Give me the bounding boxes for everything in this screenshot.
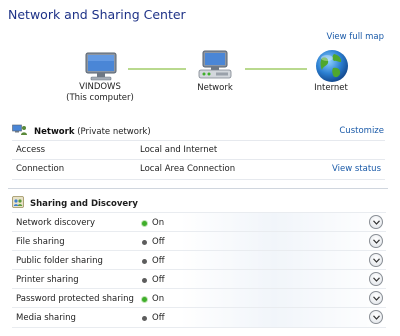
sharing-row-printer-sharing: Printer sharing Off bbox=[12, 269, 386, 289]
computer-subtitle: (This computer) bbox=[66, 93, 134, 103]
sharing-row-label: Public folder sharing bbox=[16, 256, 103, 266]
sharing-row-state: On bbox=[142, 218, 164, 228]
sharing-row-label: Media sharing bbox=[16, 313, 76, 323]
expand-chevron-icon[interactable] bbox=[369, 291, 383, 305]
info-value: Local Area Connection bbox=[140, 164, 236, 174]
sharing-row-label: Password protected sharing bbox=[16, 294, 134, 304]
globe-icon[interactable] bbox=[314, 48, 350, 84]
section-divider bbox=[8, 188, 388, 189]
state-text: Off bbox=[152, 256, 165, 266]
info-key: Connection bbox=[16, 164, 65, 174]
sharing-row-label: Network discovery bbox=[16, 218, 96, 228]
sharing-header: Sharing and Discovery bbox=[12, 196, 138, 211]
info-row-connection: Connection Local Area Connection View st… bbox=[12, 159, 385, 180]
sharing-row-password-protected-sharing: Password protected sharing On bbox=[12, 288, 386, 308]
state-text: On bbox=[152, 294, 165, 304]
sharing-icon bbox=[12, 196, 24, 211]
sharing-row-state: Off bbox=[142, 275, 165, 285]
state-text: Off bbox=[152, 313, 165, 323]
computer-label: VINDOWS (This computer) bbox=[60, 82, 140, 104]
sharing-row-label: Printer sharing bbox=[16, 275, 79, 285]
expand-chevron-icon[interactable] bbox=[369, 215, 383, 229]
page-title: Network and Sharing Center bbox=[8, 7, 186, 22]
sharing-row-state: Off bbox=[142, 256, 165, 266]
network-type: (Private network) bbox=[77, 126, 151, 137]
sharing-row-label: File sharing bbox=[16, 237, 65, 247]
connector-computer-network bbox=[128, 68, 186, 70]
sharing-row-state: On bbox=[142, 294, 164, 304]
network-people-icon bbox=[12, 124, 28, 139]
network-label: Network bbox=[197, 83, 233, 93]
state-text: Off bbox=[152, 275, 165, 285]
internet-label: Internet bbox=[314, 83, 348, 93]
status-off-icon bbox=[142, 258, 147, 264]
sharing-row-network-discovery: Network discovery On bbox=[12, 212, 386, 232]
sharing-row-public-folder-sharing: Public folder sharing Off bbox=[12, 250, 386, 270]
status-off-icon bbox=[142, 315, 147, 321]
state-text: On bbox=[152, 218, 165, 228]
sharing-title: Sharing and Discovery bbox=[30, 198, 138, 209]
sharing-row-state: Off bbox=[142, 313, 165, 323]
view-status-link[interactable]: View status bbox=[332, 164, 381, 174]
state-text: Off bbox=[152, 237, 165, 247]
sharing-row-file-sharing: File sharing Off bbox=[12, 231, 386, 251]
info-value: Local and Internet bbox=[140, 145, 218, 155]
expand-chevron-icon[interactable] bbox=[369, 272, 383, 286]
computer-name: VINDOWS bbox=[79, 82, 121, 92]
info-key: Access bbox=[16, 145, 46, 155]
view-full-map-link[interactable]: View full map bbox=[326, 32, 384, 42]
sharing-row-media-sharing: Media sharing Off bbox=[12, 307, 386, 328]
network-name: Network bbox=[34, 126, 75, 137]
network-header: Network (Private network) bbox=[12, 124, 151, 139]
info-row-access: Access Local and Internet bbox=[12, 140, 385, 160]
connector-network-internet bbox=[245, 68, 307, 70]
expand-chevron-icon[interactable] bbox=[369, 310, 383, 324]
network-icon[interactable] bbox=[198, 50, 232, 82]
status-off-icon bbox=[142, 277, 147, 283]
status-on-icon bbox=[142, 296, 147, 302]
customize-link[interactable]: Customize bbox=[339, 126, 384, 136]
status-off-icon bbox=[142, 239, 147, 245]
expand-chevron-icon[interactable] bbox=[369, 234, 383, 248]
computer-icon[interactable] bbox=[84, 52, 118, 82]
expand-chevron-icon[interactable] bbox=[369, 253, 383, 267]
sharing-row-state: Off bbox=[142, 237, 165, 247]
status-on-icon bbox=[142, 220, 147, 226]
